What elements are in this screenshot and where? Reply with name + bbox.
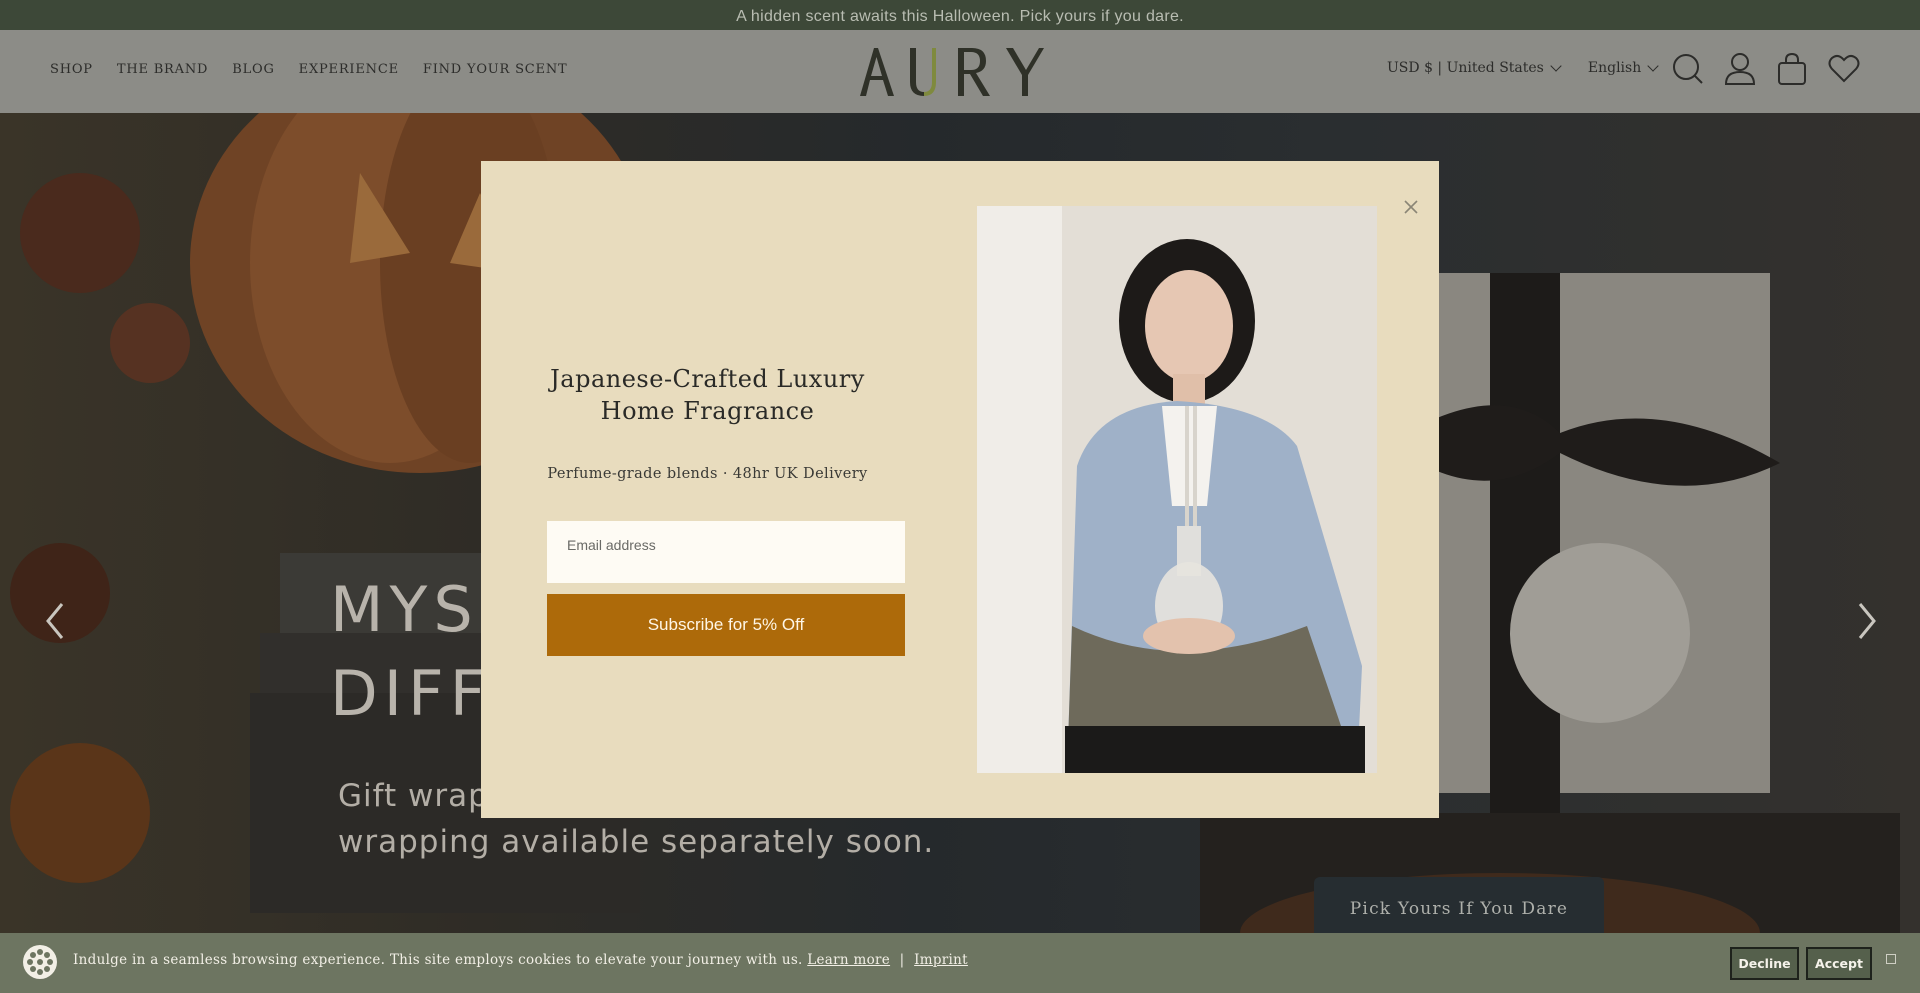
hero-title-line2: DIFF	[330, 657, 492, 730]
announcement-bar: A hidden scent awaits this Halloween. Pi…	[0, 0, 1920, 30]
brand-logo[interactable]	[858, 44, 1064, 100]
decline-button[interactable]: Decline	[1730, 947, 1799, 980]
subscribe-button[interactable]: Subscribe for 5% Off	[547, 594, 905, 656]
cookie-text: Indulge in a seamless browsing experienc…	[73, 952, 803, 968]
nav-blog[interactable]: BLOG	[232, 62, 274, 77]
popup-subtitle: Perfume-grade blends · 48hr UK Delivery	[547, 466, 868, 482]
currency-selector[interactable]: USD $ | United States	[1387, 60, 1562, 76]
chevron-right-icon[interactable]	[1852, 596, 1882, 646]
account-icon[interactable]	[1724, 52, 1756, 86]
cookie-banner: Indulge in a seamless browsing experienc…	[0, 933, 1920, 993]
header-icons	[1672, 52, 1860, 86]
cookie-separator: |	[899, 952, 905, 968]
imprint-link[interactable]: Imprint	[914, 952, 968, 968]
cookie-close-icon[interactable]	[1886, 954, 1896, 964]
cart-icon[interactable]	[1776, 52, 1808, 86]
learn-more-link[interactable]: Learn more	[807, 952, 890, 968]
close-icon[interactable]	[1402, 198, 1420, 216]
cookie-message: Indulge in a seamless browsing experienc…	[73, 952, 968, 968]
nav-shop[interactable]: SHOP	[50, 62, 93, 77]
site-header: SHOP THE BRAND BLOG EXPERIENCE FIND YOUR…	[0, 30, 1920, 113]
language-selector[interactable]: English	[1587, 60, 1659, 76]
nav-the-brand[interactable]: THE BRAND	[117, 62, 208, 77]
chevron-left-icon[interactable]	[40, 596, 70, 646]
nav-experience[interactable]: EXPERIENCE	[299, 62, 399, 77]
locale-selectors: USD $ | United States English	[1387, 60, 1659, 76]
hero-subtitle-line2: wrapping available separately soon.	[338, 824, 935, 860]
hero-cta-button[interactable]: Pick Yours If You Dare	[1314, 877, 1604, 933]
email-input[interactable]	[547, 521, 905, 583]
chevron-down-icon	[1550, 60, 1562, 72]
hero-title-line1: MYS	[330, 573, 479, 646]
language-label: English	[1587, 60, 1642, 76]
popup-model-photo	[977, 206, 1377, 773]
chevron-down-icon	[1647, 60, 1659, 72]
search-icon[interactable]	[1672, 52, 1704, 86]
cookie-icon	[23, 945, 57, 979]
nav-find-your-scent[interactable]: FIND YOUR SCENT	[423, 62, 568, 77]
wishlist-icon[interactable]	[1828, 52, 1860, 86]
currency-label: USD $ | United States	[1387, 60, 1544, 76]
hero-title: MYS DIFF	[330, 568, 491, 736]
popup-title: Japanese-Crafted Luxury Home Fragrance	[550, 365, 865, 425]
main-nav: SHOP THE BRAND BLOG EXPERIENCE FIND YOUR…	[50, 62, 567, 77]
accept-button[interactable]: Accept	[1806, 947, 1872, 980]
newsletter-popup: Japanese-Crafted Luxury Home Fragrance P…	[481, 161, 1439, 818]
